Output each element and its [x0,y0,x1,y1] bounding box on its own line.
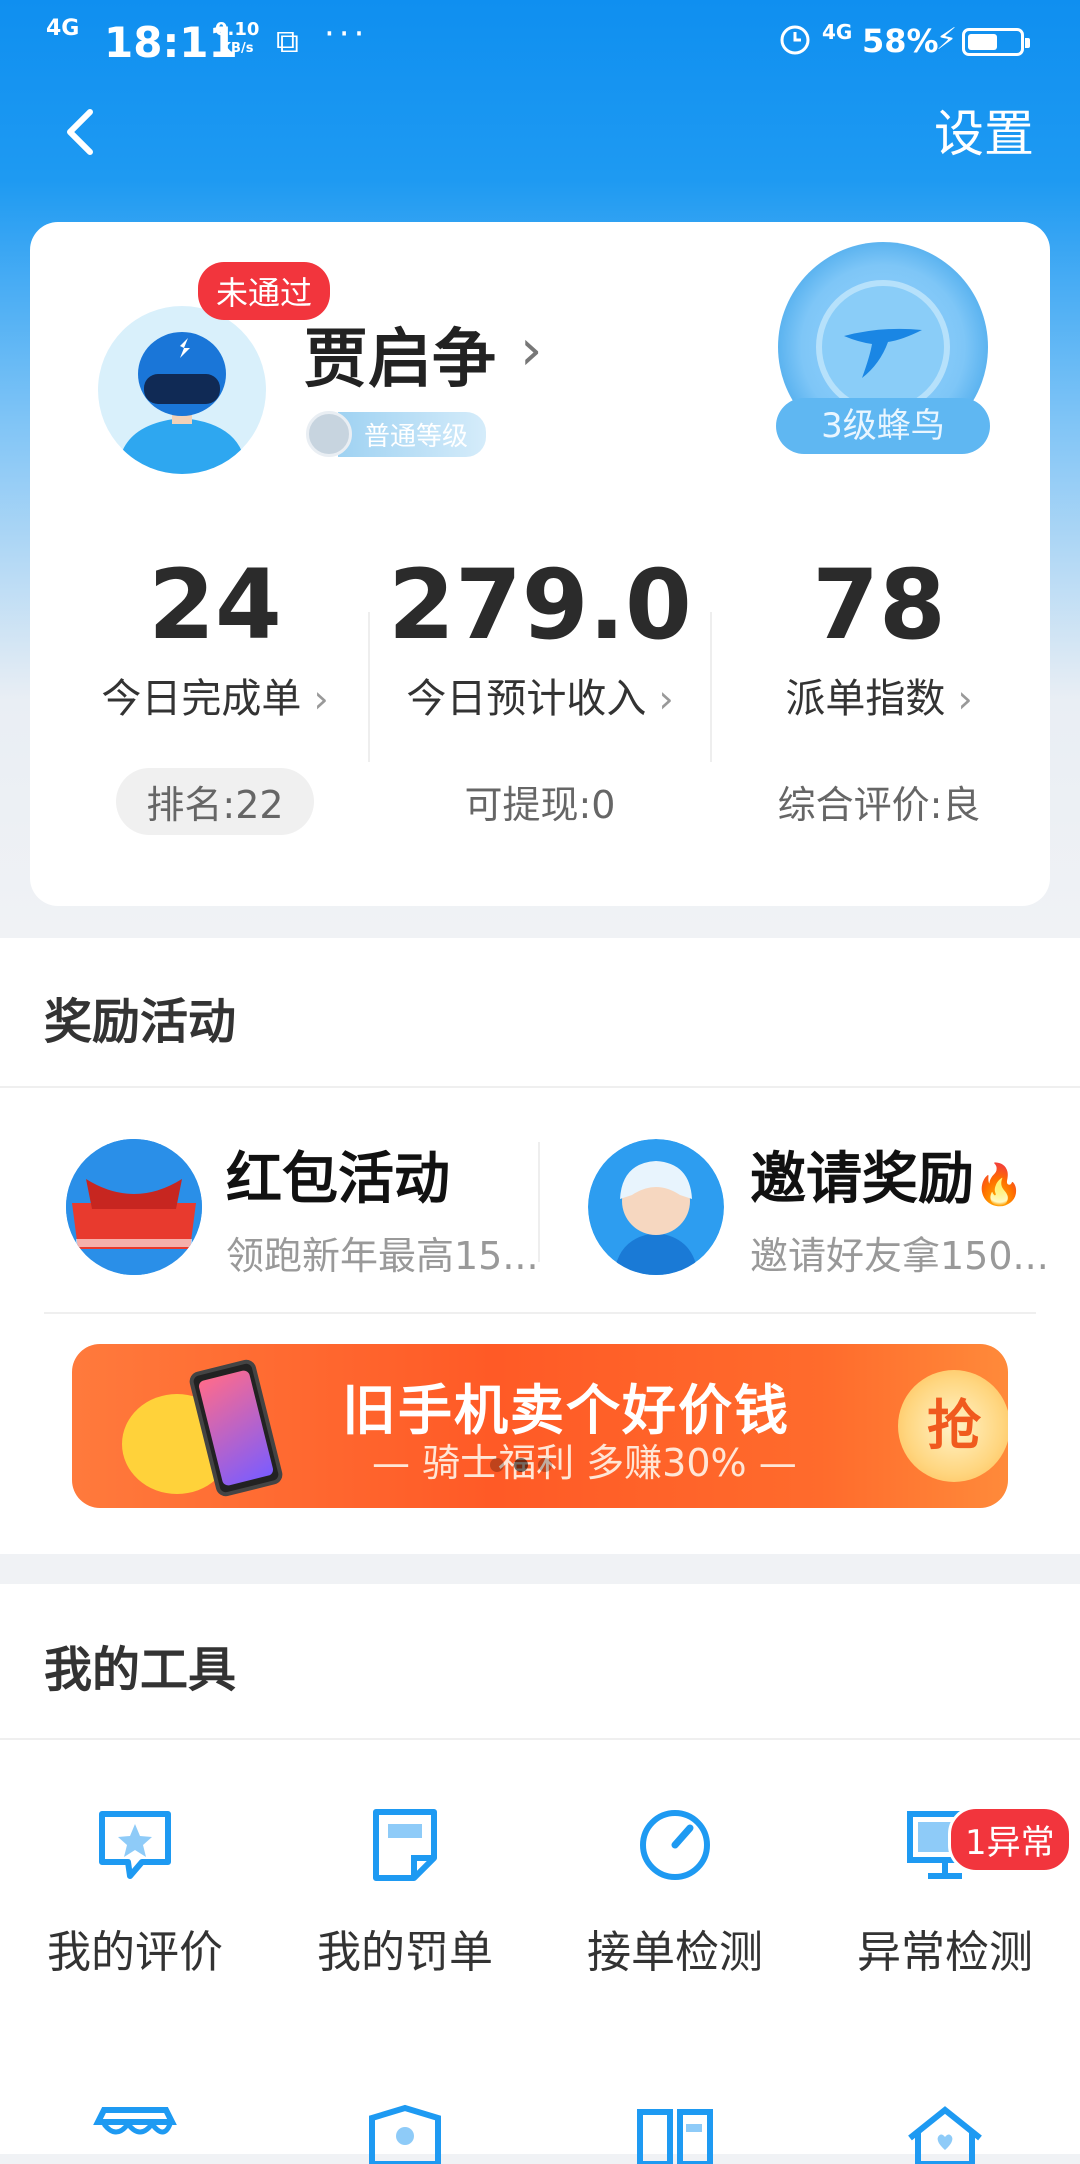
chevron-right-icon: › [301,677,329,721]
chevron-right-icon: › [945,677,973,721]
promo-title: 红包活动 [226,1147,450,1212]
stat-label-text: 今日预计收入 [406,676,647,722]
carousel-dot [490,1458,504,1472]
hummingbird-icon [816,280,950,414]
review-star-shape [99,1811,171,1879]
signal-indicator: 4G [46,16,80,41]
ticket-note-icon [360,1800,450,1890]
network-speed-value: 0.10 [215,19,260,40]
divider [0,1738,1080,1740]
promo-subtitle: 领跑新年最高15... [226,1234,539,1278]
chevron-right-icon: › [646,677,674,721]
stat-value: 279.0 [388,549,692,661]
anomaly-count-badge: 1异常 [948,1806,1072,1873]
stat-label: 派单指数 › [714,666,1044,724]
carousel-dot [514,1458,528,1472]
back-arrow-icon[interactable] [52,102,112,162]
hummingbird-shape [844,328,922,378]
avatar[interactable] [98,306,266,474]
divider [710,612,712,762]
stat-completed-orders[interactable]: 24 今日完成单 › 排名:22 [50,550,380,835]
network-type: 4G [822,20,853,44]
divider [538,1142,540,1262]
battery-icon [962,28,1030,56]
battery-nub [1025,38,1030,48]
settings-link[interactable]: 设置 [934,94,1034,166]
chevron-right-icon[interactable]: › [520,318,542,383]
book-icon[interactable] [630,2104,720,2164]
promo-title-text: 邀请奖励 [750,1147,974,1212]
speed-gauge-shape [640,1810,710,1880]
grab-button[interactable]: 抢 [898,1370,1008,1482]
tool-label: 异常检测 [857,1927,1033,1978]
red-packet-shape [66,1139,202,1275]
home-heart-icon[interactable] [900,2104,990,2164]
stat-label-text: 今日完成单 [101,676,302,722]
ticket-note-shape [373,1809,437,1881]
profile-card: 未通过 贾启争 › 普通等级 3级蜂鸟 24 今日完成单 › 排名:22 279… [30,222,1050,906]
ranking-pill: 排名:22 [116,768,314,835]
level-label: 普通等级 [338,411,487,457]
promo-red-packet[interactable]: 红包活动 领跑新年最高15... [66,1134,539,1280]
divider [44,1312,1036,1314]
red-packet-icon [66,1139,202,1275]
stat-label: 今日完成单 › [50,666,380,724]
courier-avatar-icon [118,332,246,474]
stat-label: 今日预计收入 › [375,666,705,724]
banner-subline: — 骑士福利 多赚30% — [372,1441,797,1485]
tool-order-check[interactable]: 接单检测 [540,1800,810,1980]
invite-rider-shape [588,1139,724,1275]
carousel-dot [538,1458,552,1472]
network-speed-unit: KB/s [220,41,254,56]
courier-name[interactable]: 贾启争 [304,308,496,400]
tool-label: 接单检测 [587,1927,763,1978]
withdrawable-amount: 可提现:0 [464,783,616,827]
screenshot-icon: ⧉ [276,22,299,60]
carousel-indicator [490,1458,552,1472]
level-medal-icon [306,411,352,457]
review-star-icon [90,1800,180,1890]
battery-fill [968,34,997,50]
more-notifications-icon: ··· [324,14,369,54]
rank-label[interactable]: 3级蜂鸟 [776,398,990,454]
promo-banner[interactable]: 旧手机卖个好价钱 — 骑士福利 多赚30% — 抢 [72,1344,1008,1508]
tool-my-tickets[interactable]: 我的罚单 [270,1800,540,1980]
stat-label-text: 派单指数 [785,676,946,722]
tools-title: 我的工具 [44,1642,237,1698]
status-bar: 4G 18:11 0.10 KB/s ⧉ ··· 4G 58% ⚡ [0,0,1080,88]
tool-my-reviews[interactable]: 我的评价 [0,1800,270,1980]
promo-invite[interactable]: 邀请奖励🔥 邀请好友拿150... [588,1134,1049,1280]
stat-value: 24 [148,549,282,661]
stat-value: 78 [812,549,946,661]
speed-gauge-icon [630,1800,720,1890]
alarm-icon [780,25,810,55]
level-badge[interactable]: 普通等级 [306,411,487,457]
invite-rider-icon [588,1139,724,1275]
divider [368,612,370,762]
network-speed: 0.10 KB/s [215,20,259,58]
fire-icon: 🔥 [974,1162,1024,1208]
tool-label: 我的罚单 [317,1927,493,1978]
shop-icon[interactable] [90,2104,180,2164]
stat-estimated-income[interactable]: 279.0 今日预计收入 › 可提现:0 [375,550,705,835]
divider [0,1086,1080,1088]
rewards-title: 奖励活动 [44,994,237,1050]
stat-dispatch-index[interactable]: 78 派单指数 › 综合评价:良 [714,550,1044,835]
promo-subtitle: 邀请好友拿150... [750,1234,1049,1278]
tool-label: 我的评价 [47,1927,223,1978]
promo-title: 邀请奖励🔥 [750,1134,1049,1215]
battery-percent: 58% [862,22,939,60]
shield-user-icon[interactable] [360,2104,450,2164]
overall-rating: 综合评价:良 [777,783,981,827]
charging-icon: ⚡ [936,22,958,57]
